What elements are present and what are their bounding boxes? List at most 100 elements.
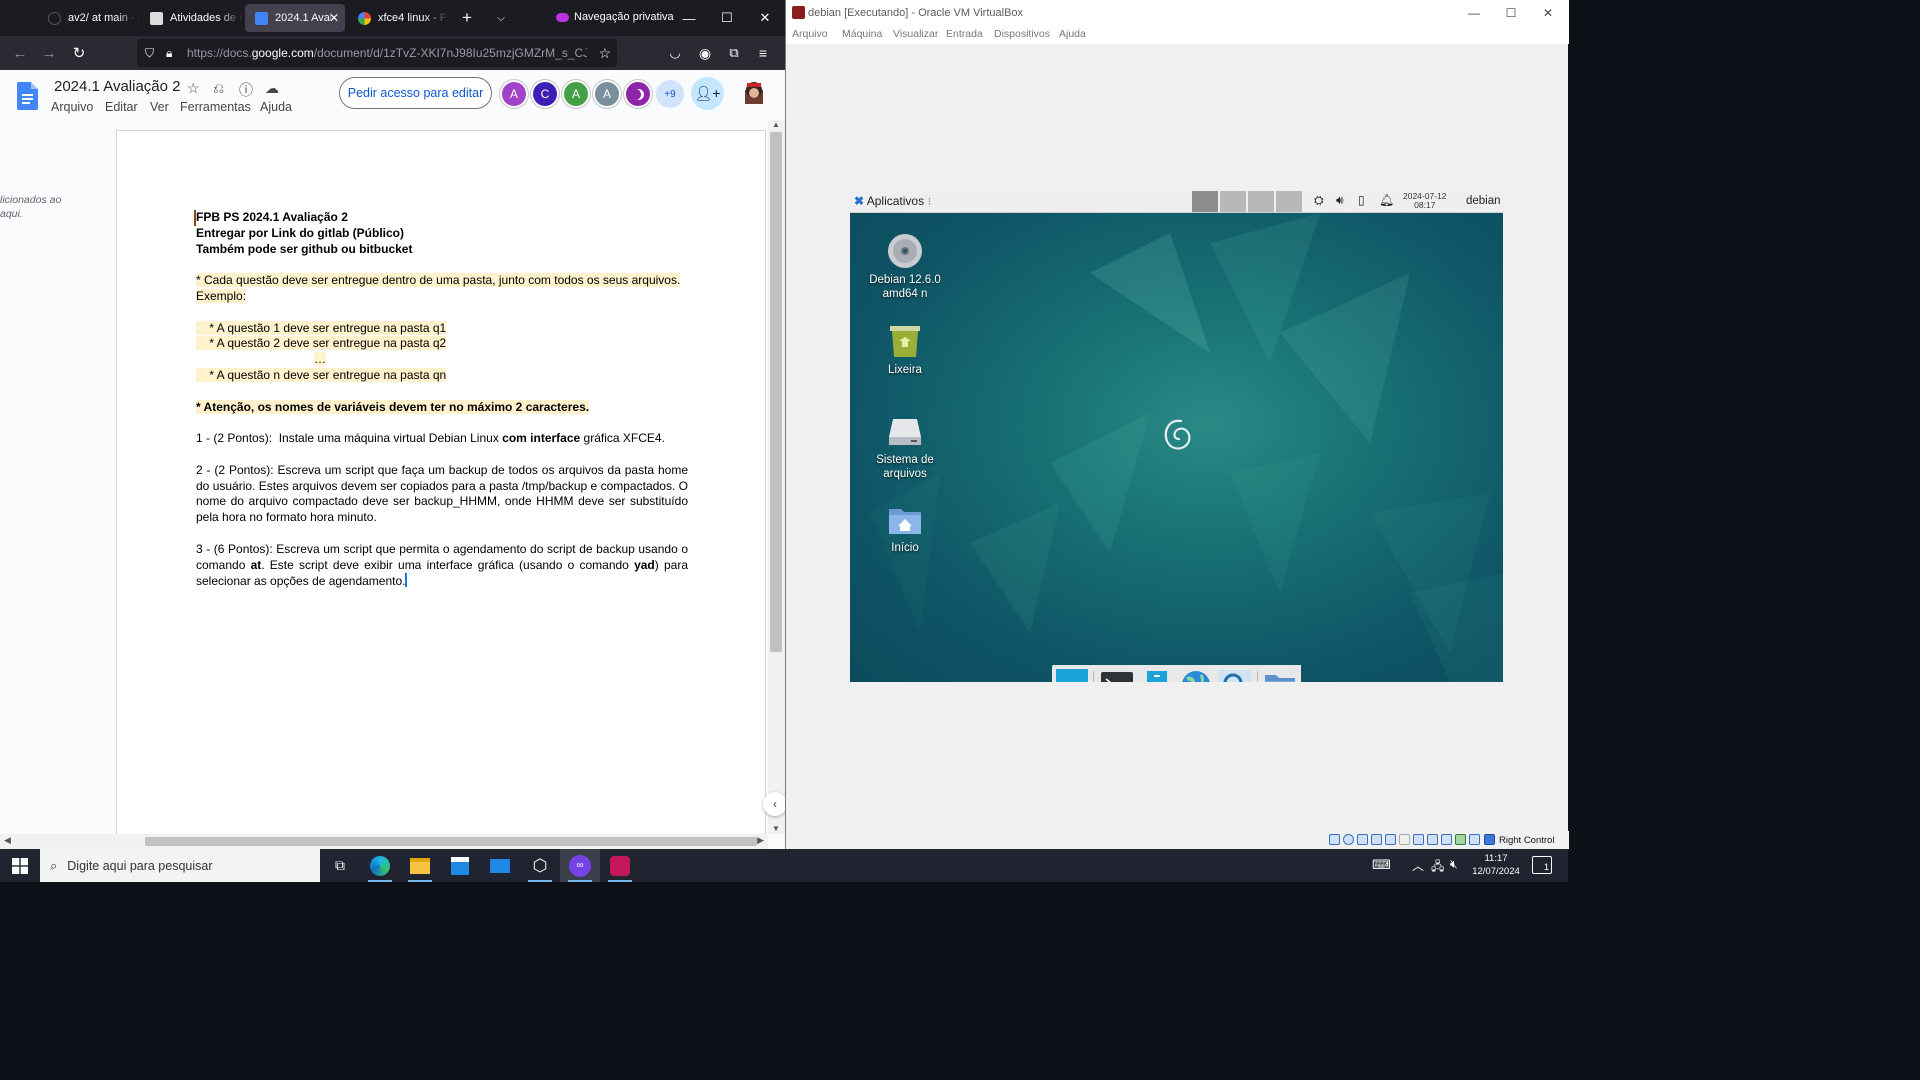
shield-icon[interactable]: ⛉ (145, 46, 154, 61)
collaborator-avatar[interactable]: A (564, 82, 588, 106)
desktop-icon-trash[interactable]: Lixeira (860, 323, 950, 377)
audio-status-icon[interactable] (1357, 834, 1368, 845)
menu-ver[interactable]: Ver (150, 100, 169, 114)
workspace-3[interactable] (1248, 191, 1275, 212)
document-page[interactable]: FPB PS 2024.1 Avaliação 2 Entregar por L… (116, 130, 766, 834)
show-hidden-icons-icon[interactable]: ︿ (1412, 857, 1424, 874)
cpu-status-icon[interactable] (1441, 834, 1452, 845)
vbox-menu-dispositivos[interactable]: Dispositivos (994, 28, 1050, 40)
taskbar-debian-vm[interactable] (600, 849, 640, 882)
url-text[interactable]: https://docs.google.com/document/d/1zTvZ… (187, 46, 587, 60)
scroll-up-icon[interactable]: ▲ (772, 120, 780, 129)
account-icon[interactable]: ◉ (693, 41, 717, 65)
host-key-icon[interactable] (1484, 834, 1495, 845)
optical-drive-status-icon[interactable] (1343, 834, 1354, 845)
volume-icon[interactable]: 🔊︎ (1336, 193, 1344, 208)
scroll-right-icon[interactable]: ▶ (757, 835, 764, 846)
action-center-button[interactable]: 1 (1532, 856, 1552, 874)
folder-icon[interactable] (1263, 669, 1297, 682)
close-window-button[interactable]: ✕ (1530, 2, 1566, 24)
reload-button[interactable]: ↻ (67, 41, 91, 65)
terminal-icon[interactable] (1100, 669, 1134, 682)
minimize-button[interactable]: — (1456, 2, 1492, 24)
collaborator-avatar[interactable]: A (595, 82, 619, 106)
request-edit-button[interactable]: Pedir acesso para editar (339, 77, 492, 109)
maximize-button[interactable]: ☐ (708, 0, 746, 36)
start-button[interactable] (0, 849, 40, 882)
menu-ajuda[interactable]: Ajuda (260, 100, 292, 114)
battery-icon[interactable]: ▯ (1358, 193, 1365, 207)
collaborator-avatar[interactable]: C (533, 82, 557, 106)
vbox-menu-ajuda[interactable]: Ajuda (1059, 28, 1086, 40)
mouse-integration-status-icon[interactable] (1469, 834, 1480, 845)
vbox-menu-visualizar[interactable]: Visualizar (893, 28, 938, 40)
scroll-thumb[interactable] (145, 837, 757, 846)
menu-ferramentas[interactable]: Ferramentas (180, 100, 251, 114)
menu-icon[interactable]: ≡ (751, 41, 775, 65)
workspace-1[interactable] (1192, 191, 1219, 212)
taskbar-firefox-private[interactable]: ∞ (560, 849, 600, 882)
shared-folders-status-icon[interactable] (1399, 834, 1410, 845)
maximize-button[interactable]: ☐ (1493, 2, 1529, 24)
guest-additions-status-icon[interactable] (1455, 834, 1466, 845)
vbox-menu-entrada[interactable]: Entrada (946, 28, 983, 40)
taskbar-virtualbox[interactable]: ⬡ (520, 849, 560, 882)
extensions-icon[interactable]: ⧉ (722, 41, 746, 65)
forward-button[interactable]: → (37, 41, 61, 65)
horizontal-scrollbar[interactable]: ◀ ▶ (0, 834, 768, 849)
document-body[interactable]: FPB PS 2024.1 Avaliação 2 Entregar por L… (194, 210, 688, 590)
vertical-scrollbar[interactable]: ▲ ▼ (768, 120, 785, 834)
xfce-desktop[interactable]: Debian 12.6.0 amd64 n Lixeira Sistema de… (850, 213, 1503, 682)
more-collaborators[interactable]: +9 (656, 80, 684, 108)
volume-muted-icon[interactable]: 🔇︎ (1450, 857, 1458, 872)
vbox-menu-arquivo[interactable]: Arquivo (792, 28, 828, 40)
docs-logo-icon[interactable] (17, 82, 38, 110)
vm-user-menu[interactable]: debian (1466, 195, 1501, 207)
search-icon[interactable] (1218, 669, 1252, 682)
hard-disk-status-icon[interactable] (1329, 834, 1340, 845)
back-button[interactable]: ← (8, 41, 32, 65)
taskbar-store[interactable] (440, 849, 480, 882)
vm-screen[interactable]: ✖ Aplicativos ⠇ ⛭ 🔊︎ ▯ 🔔︎ 2024-07-12 08:… (850, 190, 1503, 682)
info-icon[interactable]: ⓘ (239, 80, 253, 100)
tab-xfce[interactable]: xfce4 linux - Pe (348, 4, 448, 32)
scroll-down-icon[interactable]: ▼ (772, 824, 780, 833)
menu-arquivo[interactable]: Arquivo (51, 100, 93, 114)
notification-bell-icon[interactable]: 🔔︎ (1379, 193, 1394, 207)
menu-editar[interactable]: Editar (105, 100, 138, 114)
minimize-button[interactable]: — (670, 0, 708, 36)
applications-menu[interactable]: ✖ Aplicativos ⠇ (854, 194, 934, 208)
vbox-menu-maquina[interactable]: Máquina (842, 28, 882, 40)
scroll-thumb[interactable] (770, 132, 782, 652)
task-view-button[interactable]: ⧉ (320, 849, 360, 882)
desktop-icon-home[interactable]: Início (860, 501, 950, 555)
close-tab-icon[interactable]: ✕ (329, 11, 339, 25)
web-browser-icon[interactable] (1179, 669, 1213, 682)
recording-status-icon[interactable] (1427, 834, 1438, 845)
file-manager-icon[interactable] (1140, 669, 1174, 682)
taskbar-clock[interactable]: 11:17 12/07/2024 (1466, 852, 1526, 878)
cloud-status-icon[interactable]: ☁ (265, 80, 279, 97)
collaborator-avatar[interactable] (626, 82, 650, 106)
workspace-2[interactable] (1220, 191, 1247, 212)
pocket-icon[interactable]: ◡ (663, 41, 687, 65)
star-icon[interactable]: ☆ (187, 80, 200, 97)
close-window-button[interactable]: ✕ (746, 0, 784, 36)
network-status-icon[interactable] (1371, 834, 1382, 845)
tab-atividades[interactable]: Atividades de BI (140, 4, 242, 32)
new-tab-button[interactable]: + (448, 0, 486, 36)
scroll-left-icon[interactable]: ◀ (4, 835, 11, 846)
taskbar-edge[interactable] (360, 849, 400, 882)
show-desktop-icon[interactable] (1055, 669, 1089, 682)
collapse-sidepanel-button[interactable]: ‹ (763, 792, 785, 816)
keyboard-layout-icon[interactable]: ⌨ (1372, 857, 1391, 873)
tab-github[interactable]: av2/ at main · g (38, 4, 140, 32)
share-button[interactable]: 👤︎+ (691, 77, 724, 110)
desktop-icon-filesystem[interactable]: Sistema de arquivos (860, 413, 950, 481)
bookmark-star-icon[interactable]: ☆ (598, 45, 611, 62)
list-tabs-button[interactable]: ⌵ (482, 0, 520, 36)
taskbar-explorer[interactable] (400, 849, 440, 882)
move-folder-icon[interactable]: ⎌ (213, 80, 224, 97)
taskbar-search-box[interactable]: ⌕ Digite aqui para pesquisar (40, 849, 320, 882)
collaborator-avatar[interactable]: A (502, 82, 526, 106)
